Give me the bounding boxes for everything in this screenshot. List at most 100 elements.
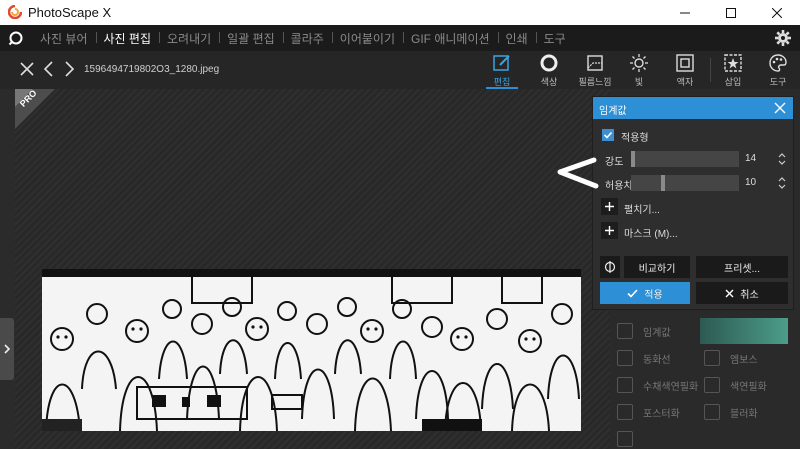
effect-threshold[interactable]: 임계값: [617, 320, 671, 342]
tool-tools[interactable]: 도구: [760, 53, 796, 87]
check-icon: [627, 288, 638, 298]
compare-button[interactable]: 비교하기: [624, 256, 690, 278]
mask-row[interactable]: 마스크 (M)...: [601, 222, 787, 240]
toolbar-divider: [710, 58, 711, 82]
tolerance-label: 허용치: [605, 181, 633, 192]
photo-threshold-image: [42, 269, 581, 431]
effect-emboss[interactable]: 엠보스: [704, 347, 758, 369]
effect-watercolor-label: 수채색연필화: [643, 381, 699, 393]
effect-sketch[interactable]: 동화선: [617, 347, 671, 369]
effect-blur[interactable]: 블러화: [704, 401, 758, 423]
effect-threshold-label: 임계값: [643, 327, 671, 339]
cancel-button[interactable]: 취소: [696, 282, 788, 304]
apply-button-label: 적용: [644, 289, 663, 301]
tool-edit[interactable]: 편집: [484, 53, 520, 89]
effect-posterize[interactable]: 포스터화: [617, 401, 680, 423]
app-mark-icon: [8, 31, 23, 46]
dialog-header: 임계값: [593, 97, 793, 119]
menu-batch-edit[interactable]: 일괄 편집: [219, 30, 283, 47]
mask-label: 마스크 (M)...: [624, 229, 678, 240]
effect-extra-row[interactable]: [617, 428, 643, 449]
effect-blur-label: 블러화: [730, 408, 758, 420]
watercolor-effect-icon: [617, 377, 633, 393]
tolerance-slider[interactable]: [631, 175, 739, 191]
home-button[interactable]: [0, 25, 32, 51]
menu-collage[interactable]: 콜라주: [282, 30, 332, 47]
menu-photo-viewer[interactable]: 사진 뷰어: [32, 30, 96, 47]
maximize-icon: [726, 7, 736, 18]
tool-edit-label: 편집: [493, 77, 511, 87]
tolerance-slider-thumb[interactable]: [661, 175, 665, 191]
close-image-icon[interactable]: [18, 60, 36, 78]
title-bar: PhotoScape X: [0, 0, 800, 25]
plus-icon: [601, 222, 618, 239]
menu-gif-animation[interactable]: GIF 애니메이션: [403, 30, 498, 47]
tool-light[interactable]: 빛: [621, 53, 657, 87]
previous-image-icon[interactable]: [40, 60, 58, 78]
compare-icon: [604, 261, 616, 273]
threshold-effect-icon: [617, 323, 633, 339]
strength-spinner-icon[interactable]: [777, 151, 787, 167]
effect-posterize-label: 포스터화: [643, 408, 680, 420]
color-circle-icon: [540, 54, 558, 72]
apply-checkbox-label: 적용형: [621, 133, 649, 144]
cancel-button-label: 취소: [740, 289, 759, 301]
pro-badge: PRO: [15, 89, 55, 129]
tolerance-value[interactable]: 10: [745, 177, 756, 188]
file-name: 1596494719802O3_1280.jpeg: [84, 64, 220, 75]
effect-sketch-label: 동화선: [643, 354, 671, 366]
maximize-button[interactable]: [708, 0, 754, 25]
tool-color[interactable]: 색상: [531, 53, 567, 87]
close-icon[interactable]: [773, 101, 787, 115]
effect-color-pencil[interactable]: 색연필화: [704, 374, 767, 396]
tool-frame[interactable]: 액자: [667, 53, 703, 87]
expand-label: 펼치기...: [624, 205, 660, 216]
minimize-button[interactable]: [662, 0, 708, 25]
effect-emboss-label: 엠보스: [730, 354, 758, 366]
selected-effect-highlight: [700, 318, 788, 344]
menu-photo-editor[interactable]: 사진 편집: [95, 30, 160, 47]
palette-icon: [769, 54, 787, 72]
strength-value[interactable]: 14: [745, 153, 756, 164]
tolerance-spinner-icon[interactable]: [777, 175, 787, 191]
menu-cut-out[interactable]: 오려내기: [159, 30, 219, 47]
preset-button[interactable]: 프리셋...: [696, 256, 788, 278]
light-icon: [630, 54, 648, 72]
close-window-button[interactable]: [754, 0, 800, 25]
blur-effect-icon: [704, 404, 720, 420]
next-image-icon[interactable]: [60, 60, 78, 78]
dialog-title: 임계값: [599, 106, 627, 117]
close-icon: [772, 7, 782, 18]
tool-film[interactable]: 필름느낌: [577, 53, 613, 87]
tool-color-label: 색상: [540, 77, 558, 87]
edit-icon: [493, 55, 510, 71]
checkmark-icon: [603, 131, 613, 139]
gear-icon[interactable]: [774, 29, 792, 47]
plus-icon: [601, 198, 618, 215]
close-icon: [725, 289, 734, 297]
menu-print[interactable]: 인쇄: [497, 30, 536, 47]
strength-slider-thumb[interactable]: [631, 151, 635, 167]
effect-icon: [617, 431, 633, 447]
menu-combine[interactable]: 이어붙이기: [331, 30, 403, 47]
tool-film-label: 필름느낌: [578, 77, 612, 87]
film-icon: [587, 55, 603, 71]
tool-frame-label: 액자: [676, 77, 694, 87]
app-logo-icon: [8, 5, 22, 19]
strength-label: 강도: [605, 157, 624, 168]
apply-checkbox[interactable]: [602, 129, 614, 141]
insert-icon: [724, 54, 742, 72]
expand-row[interactable]: 펼치기...: [601, 198, 787, 216]
tool-light-label: 빛: [634, 77, 644, 87]
effect-watercolor-pencil[interactable]: 수채색연필화: [617, 374, 698, 396]
tool-insert[interactable]: 삽입: [715, 53, 751, 87]
compare-toggle-button[interactable]: [600, 256, 620, 278]
apply-button[interactable]: 적용: [600, 282, 690, 304]
left-panel-toggle[interactable]: [0, 318, 14, 380]
tolerance-slider-row: 허용치 10: [601, 174, 791, 192]
edited-photo: [42, 269, 581, 431]
strength-slider[interactable]: [631, 151, 739, 167]
posterize-effect-icon: [617, 404, 633, 420]
menu-tools[interactable]: 도구: [535, 30, 574, 47]
frame-icon: [676, 54, 694, 72]
